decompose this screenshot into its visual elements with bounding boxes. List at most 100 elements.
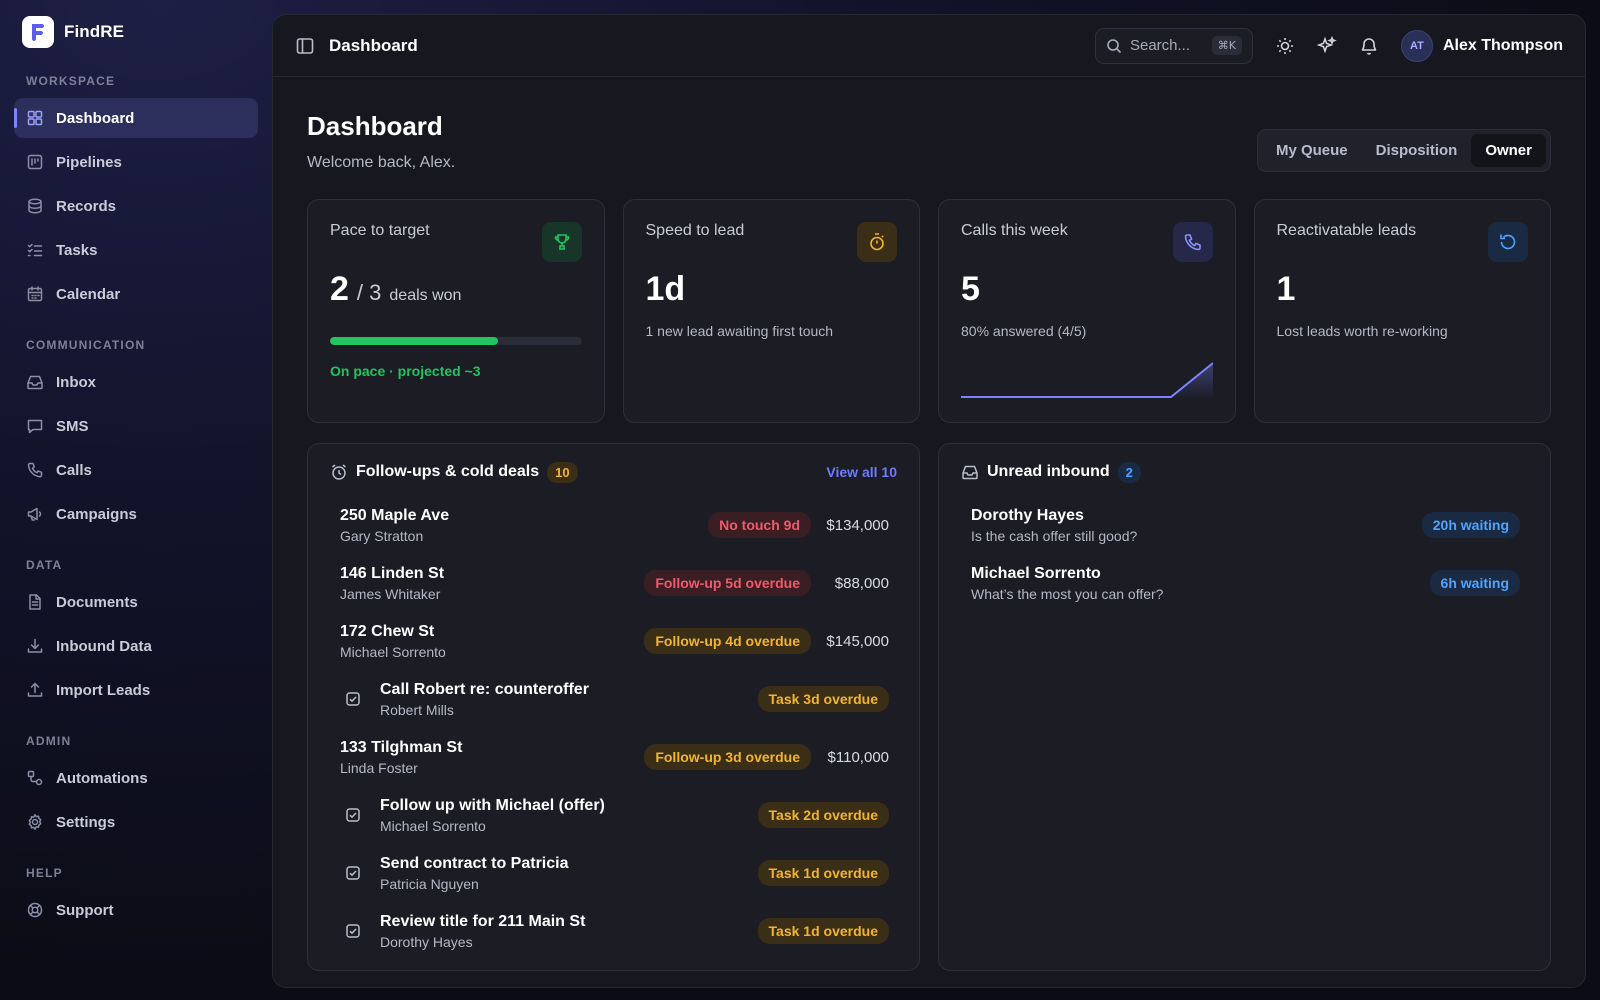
sidebar-item-calendar[interactable]: Calendar — [14, 274, 258, 314]
search-input[interactable]: Search... ⌘K — [1094, 27, 1253, 64]
sidebar-item-label: SMS — [56, 417, 89, 435]
stat-card-calls[interactable]: Calls this week 5 80% answered (4/5) — [938, 199, 1236, 423]
calendar-icon — [27, 286, 43, 302]
deals-target-value: 3 — [369, 280, 382, 305]
sidebar-item-import-leads[interactable]: Import Leads — [14, 670, 258, 710]
inbox-icon — [962, 465, 978, 480]
view-tab-owner[interactable]: Owner — [1471, 134, 1546, 167]
inbound-message: Is the cash offer still good? — [971, 527, 1138, 544]
sidebar-item-label: Calls — [56, 461, 92, 479]
deal-amount: $88,000 — [834, 574, 889, 592]
calls-sparkline — [961, 362, 1213, 400]
pace-progress-bar — [330, 337, 582, 345]
sidebar-item-label: Campaigns — [56, 505, 137, 523]
followups-header: Follow-ups & cold deals 10 View all 10 — [330, 461, 897, 483]
dashboard-content: Dashboard Welcome back, Alex. My Queue Di… — [273, 111, 1585, 971]
followup-contact: Gary Stratton — [340, 527, 424, 544]
followup-row[interactable]: 146 Linden St James Whitaker Follow-up 5… — [330, 554, 897, 612]
followup-contact: Michael Sorrento — [340, 643, 446, 660]
followup-contact: Michael Sorrento — [380, 817, 486, 834]
pace-note: On pace · projected ~3 — [330, 363, 481, 379]
sidebar-item-automations[interactable]: Automations — [14, 758, 258, 798]
sun-icon[interactable] — [1275, 36, 1295, 56]
phone-icon — [27, 462, 43, 478]
sidebar-item-dashboard[interactable]: Dashboard — [14, 98, 258, 138]
inbound-text: Michael Sorrento What’s the most you can… — [971, 565, 1430, 602]
stats-row: Pace to target 2 / 3 deals won On pace ·… — [307, 199, 1551, 423]
followup-status-badge: Task 1d overdue — [757, 860, 889, 886]
task-checkbox[interactable] — [340, 686, 366, 712]
search-shortcut: ⌘K — [1211, 36, 1242, 55]
followup-row[interactable]: Follow up with Michael (offer) Michael S… — [330, 786, 897, 844]
sidebar-item-pipelines[interactable]: Pipelines — [14, 142, 258, 182]
sidebar-item-calls[interactable]: Calls — [14, 450, 258, 490]
followup-row[interactable]: Review title for 211 Main St Dorothy Hay… — [330, 902, 897, 960]
list-check-icon — [27, 243, 43, 257]
inbound-row[interactable]: Michael Sorrento What’s the most you can… — [961, 554, 1528, 612]
stat-unit: deals won — [389, 287, 462, 304]
followup-row[interactable]: Send contract to Patricia Patricia Nguye… — [330, 844, 897, 902]
avatar[interactable]: AT — [1400, 29, 1433, 62]
sidebar-item-label: Automations — [56, 769, 148, 787]
document-icon — [29, 594, 41, 610]
stat-note: 1 new lead awaiting first touch — [645, 323, 834, 339]
alarm-clock-icon — [332, 464, 346, 480]
task-checkbox[interactable] — [340, 918, 366, 944]
sidebar-item-support[interactable]: Support — [14, 890, 258, 930]
followup-title: Follow up with Michael (offer) — [380, 796, 605, 814]
followup-text: Call Robert re: counteroffer Robert Mill… — [380, 681, 758, 718]
trophy-icon — [541, 222, 582, 262]
view-tab-disposition[interactable]: Disposition — [1362, 134, 1472, 167]
bell-icon[interactable] — [1359, 36, 1379, 56]
sidebar-item-label: Dashboard — [56, 109, 135, 127]
stat-card-pace[interactable]: Pace to target 2 / 3 deals won On pace ·… — [307, 199, 605, 423]
gear-icon — [28, 814, 42, 830]
user-name[interactable]: Alex Thompson — [1443, 37, 1563, 55]
view-tab-my-queue[interactable]: My Queue — [1262, 134, 1362, 167]
sidebar-item-label: Calendar — [56, 285, 121, 303]
inbound-row[interactable]: Dorothy Hayes Is the cash offer still go… — [961, 496, 1528, 554]
stat-card-speed[interactable]: Speed to lead 1d 1 new lead awaiting fir… — [622, 199, 920, 423]
inbox-icon — [27, 375, 43, 390]
followup-row[interactable]: 172 Chew St Michael Sorrento Follow-up 4… — [330, 612, 897, 670]
main-panel: Dashboard Search... ⌘K AT Alex Thompson … — [272, 14, 1586, 988]
brand[interactable]: FindRE — [14, 14, 258, 48]
sidebar-item-inbound-data[interactable]: Inbound Data — [14, 626, 258, 666]
task-checkbox[interactable] — [340, 802, 366, 828]
followup-row[interactable]: 250 Maple Ave Gary Stratton No touch 9d … — [330, 496, 897, 554]
sidebar-item-records[interactable]: Records — [14, 186, 258, 226]
sidebar-item-label: Tasks — [56, 241, 98, 259]
stat-value: 1d — [645, 270, 686, 308]
stat-card-reactivatable[interactable]: Reactivatable leads 1 Lost leads worth r… — [1253, 199, 1551, 423]
followup-title: 250 Maple Ave — [340, 506, 450, 524]
sidebar-item-inbox[interactable]: Inbox — [14, 362, 258, 402]
page-header: Dashboard Welcome back, Alex. My Queue Di… — [307, 111, 1551, 177]
megaphone-icon — [27, 507, 42, 521]
workflow-icon — [27, 770, 43, 786]
deals-target: / 3 — [356, 280, 382, 305]
inbound-panel: Unread inbound 2 Dorothy Hayes Is the ca… — [938, 443, 1551, 971]
nav-section-label: HELP — [26, 866, 63, 880]
refresh-icon — [1488, 222, 1528, 262]
sidebar-item-documents[interactable]: Documents — [14, 582, 258, 622]
stat-note: 80% answered (4/5) — [961, 323, 1087, 339]
breadcrumb: Dashboard — [329, 35, 418, 55]
sidebar-nav: WORKSPACE Dashboard Pipelines Records Ta… — [14, 74, 258, 930]
sidebar-toggle-icon[interactable] — [295, 36, 315, 56]
sidebar-item-campaigns[interactable]: Campaigns — [14, 494, 258, 534]
view-all-link[interactable]: View all 10 — [826, 464, 897, 480]
sparkles-icon[interactable] — [1316, 35, 1337, 56]
followup-row[interactable]: 133 Tilghman St Linda Foster Follow-up 3… — [330, 728, 897, 786]
pace-progress-fill — [330, 337, 498, 345]
task-checkbox[interactable] — [340, 860, 366, 886]
page-title: Dashboard — [307, 111, 443, 141]
followups-count-badge: 10 — [547, 461, 578, 483]
followup-text: 146 Linden St James Whitaker — [340, 565, 644, 602]
sidebar-item-tasks[interactable]: Tasks — [14, 230, 258, 270]
nav-section-label: DATA — [26, 558, 63, 572]
followup-text: 133 Tilghman St Linda Foster — [340, 739, 644, 776]
sidebar-item-settings[interactable]: Settings — [14, 802, 258, 842]
followup-text: Send contract to Patricia Patricia Nguye… — [380, 855, 758, 892]
followup-row[interactable]: Call Robert re: counteroffer Robert Mill… — [330, 670, 897, 728]
sidebar-item-sms[interactable]: SMS — [14, 406, 258, 446]
